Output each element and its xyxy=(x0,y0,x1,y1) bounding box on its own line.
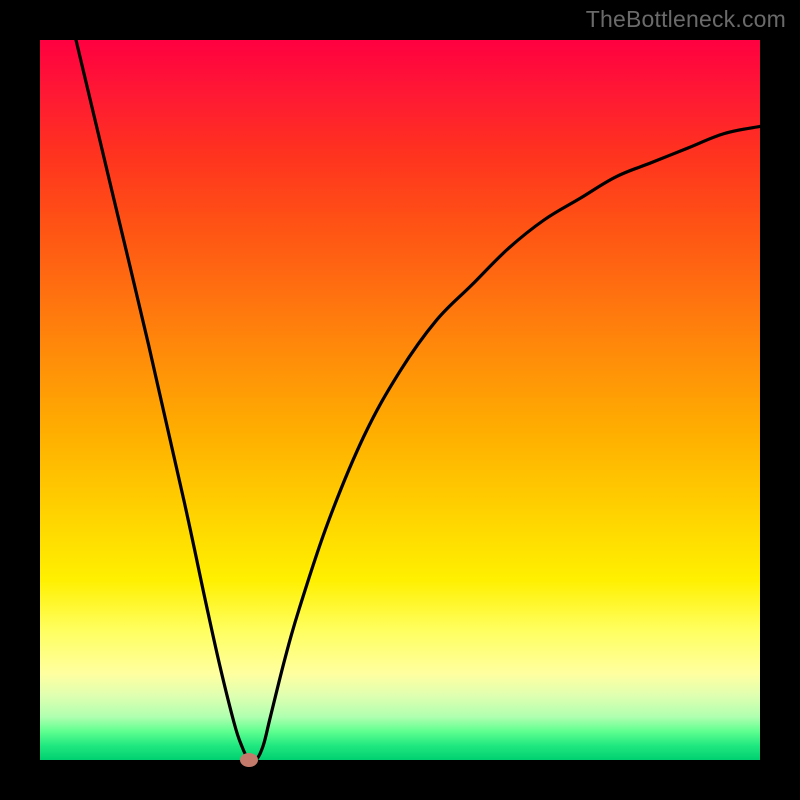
plot-area xyxy=(40,40,760,760)
attribution-label: TheBottleneck.com xyxy=(586,6,786,33)
bottleneck-curve xyxy=(76,40,760,760)
optimal-point-marker xyxy=(240,753,258,767)
chart-container: TheBottleneck.com xyxy=(0,0,800,800)
curve-svg xyxy=(40,40,760,760)
